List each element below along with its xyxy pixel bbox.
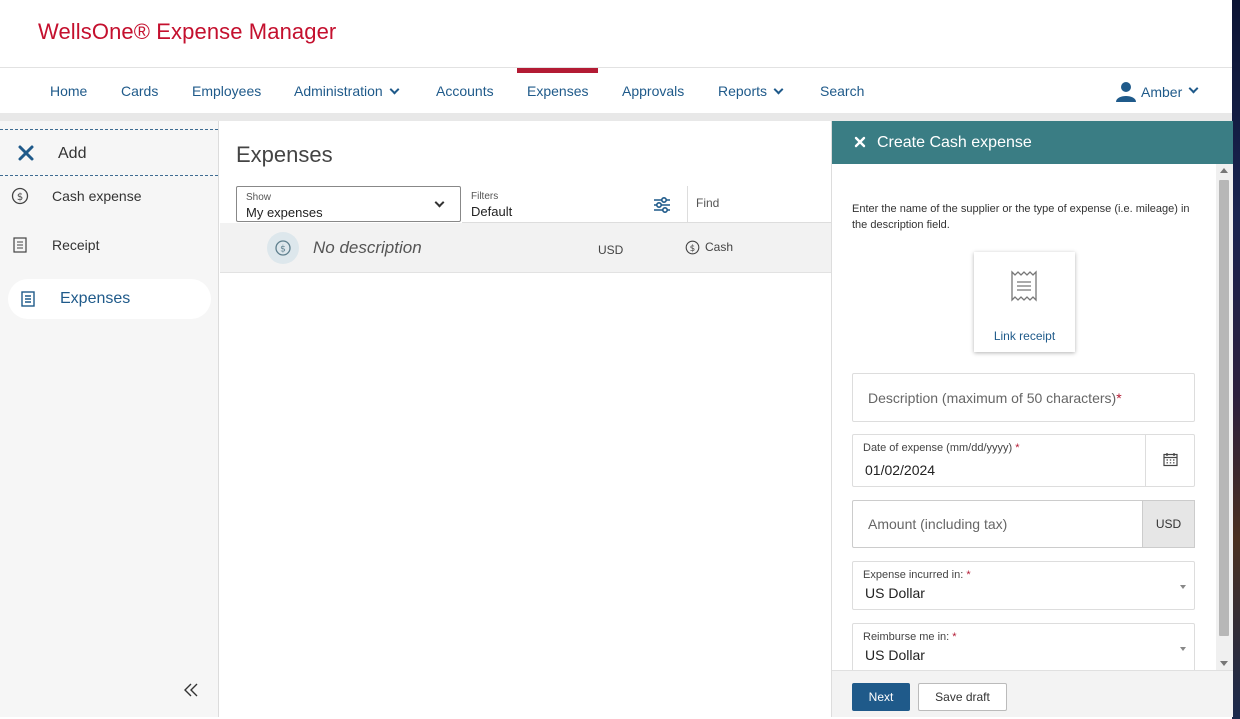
- date-value: 01/02/2024: [865, 462, 936, 478]
- show-label: Show: [246, 192, 272, 203]
- panel-footer: Next Save draft: [832, 670, 1233, 717]
- sidebar-item-label: Cash expense: [52, 188, 142, 204]
- incurred-label: Expense incurred in:: [863, 569, 964, 581]
- dollar-circle-icon: $: [685, 240, 700, 255]
- reimburse-label: Reimburse me in:: [863, 631, 950, 643]
- sidebar-item-receipt[interactable]: Receipt: [0, 225, 218, 265]
- scroll-down-icon[interactable]: [1220, 661, 1228, 666]
- filters-label: Filters: [471, 191, 499, 202]
- expense-description: No description: [313, 238, 422, 257]
- expense-payment-type: Cash: [705, 240, 734, 254]
- caret-down-icon: [1180, 585, 1186, 589]
- expense-currency: USD: [598, 243, 624, 257]
- dollar-circle-icon: $: [275, 240, 291, 256]
- show-select[interactable]: Show My expenses: [236, 186, 461, 222]
- list-icon: [21, 291, 35, 307]
- scroll-up-icon[interactable]: [1220, 168, 1228, 173]
- app-title: WellsOne® Expense Manager: [38, 19, 337, 44]
- nav-cards[interactable]: Cards: [121, 68, 158, 113]
- help-text: Enter the name of the supplier or the ty…: [852, 203, 1190, 231]
- reimburse-value: US Dollar: [865, 647, 925, 663]
- sidebar-item-expenses[interactable]: Expenses: [8, 279, 211, 319]
- description-input[interactable]: Description (maximum of 50 characters)*: [852, 373, 1195, 422]
- expense-incurred-select[interactable]: Expense incurred in: * US Dollar: [852, 561, 1195, 610]
- chevron-down-icon: [389, 84, 400, 95]
- receipt-icon: [13, 237, 27, 253]
- page-title: Expenses: [236, 142, 333, 167]
- reimburse-select[interactable]: Reimburse me in: * US Dollar: [852, 623, 1195, 672]
- save-draft-button[interactable]: Save draft: [918, 683, 1007, 711]
- nav-home[interactable]: Home: [50, 68, 87, 113]
- date-field[interactable]: Date of expense (mm/dd/yyyy) * 01/02/202…: [852, 434, 1195, 487]
- find-input[interactable]: Find: [688, 186, 832, 222]
- amount-currency: USD: [1142, 500, 1195, 548]
- sidebar-item-cash-expense[interactable]: $ Cash expense: [0, 176, 218, 216]
- dollar-circle-icon: $: [11, 187, 29, 205]
- link-receipt-label: Link receipt: [993, 329, 1056, 343]
- nav-employees[interactable]: Employees: [192, 68, 261, 113]
- panel-header: Create Cash expense: [832, 121, 1233, 164]
- chevron-down-icon: [434, 197, 445, 208]
- add-menu-toggle[interactable]: Add: [0, 129, 218, 176]
- nav-reports[interactable]: Reports: [718, 68, 784, 113]
- required-mark: *: [1116, 390, 1122, 406]
- required-mark: *: [952, 631, 957, 643]
- table-row[interactable]: $ No description USD $ Cash: [220, 223, 832, 273]
- required-mark: *: [966, 569, 971, 581]
- desktop-background-edge: [1232, 0, 1240, 719]
- panel-title: Create Cash expense: [877, 134, 1032, 151]
- date-picker-button[interactable]: [1145, 435, 1194, 487]
- calendar-icon: [1163, 453, 1178, 467]
- main-nav: Home Cards Employees Administration Acco…: [0, 68, 1232, 113]
- panel-scrollbar[interactable]: [1216, 164, 1233, 670]
- receipt-icon: [1011, 270, 1037, 302]
- sidebar-item-label: Receipt: [52, 237, 100, 253]
- double-chevron-left-icon[interactable]: [182, 681, 200, 699]
- required-mark: *: [1015, 442, 1020, 454]
- incurred-value: US Dollar: [865, 585, 925, 601]
- amount-input[interactable]: Amount (including tax) USD: [852, 500, 1195, 548]
- amount-placeholder: Amount (including tax): [868, 516, 1008, 532]
- filter-bar: Show My expenses Filters Default Find: [236, 186, 832, 223]
- show-value: My expenses: [246, 205, 323, 220]
- chevron-down-icon: [773, 84, 784, 95]
- date-label: Date of expense (mm/dd/yyyy): [863, 442, 1013, 454]
- description-placeholder: Description (maximum of 50 characters): [868, 390, 1117, 406]
- filters-control[interactable]: Filters Default: [462, 186, 688, 222]
- nav-expenses[interactable]: Expenses: [516, 68, 600, 113]
- caret-down-icon: [1180, 647, 1186, 651]
- user-name: Amber: [1141, 84, 1183, 100]
- close-icon: [18, 145, 34, 161]
- svg-text:$: $: [690, 244, 695, 254]
- nav-search[interactable]: Search: [820, 68, 864, 113]
- sidebar-item-label: Expenses: [60, 290, 131, 307]
- nav-administration[interactable]: Administration: [294, 68, 400, 113]
- scroll-thumb[interactable]: [1219, 180, 1229, 636]
- close-icon[interactable]: [854, 136, 866, 148]
- nav-divider: [0, 113, 1232, 121]
- expense-type-icon: $: [267, 232, 299, 264]
- filters-value: Default: [471, 204, 513, 219]
- nav-accounts[interactable]: Accounts: [436, 68, 494, 113]
- next-button[interactable]: Next: [852, 683, 910, 711]
- sidebar: Add $ Cash expense Receipt Expenses: [0, 121, 219, 717]
- link-receipt-button[interactable]: Link receipt: [974, 252, 1075, 352]
- svg-text:$: $: [280, 245, 286, 255]
- create-expense-panel: Create Cash expense Enter the name of th…: [831, 121, 1233, 717]
- app-header: WellsOne® Expense Manager: [0, 0, 1232, 68]
- user-icon: [1116, 82, 1136, 102]
- sliders-icon: [654, 196, 670, 214]
- svg-text:$: $: [17, 192, 23, 203]
- find-label: Find: [696, 196, 720, 210]
- nav-approvals[interactable]: Approvals: [622, 68, 684, 113]
- add-label: Add: [58, 145, 87, 162]
